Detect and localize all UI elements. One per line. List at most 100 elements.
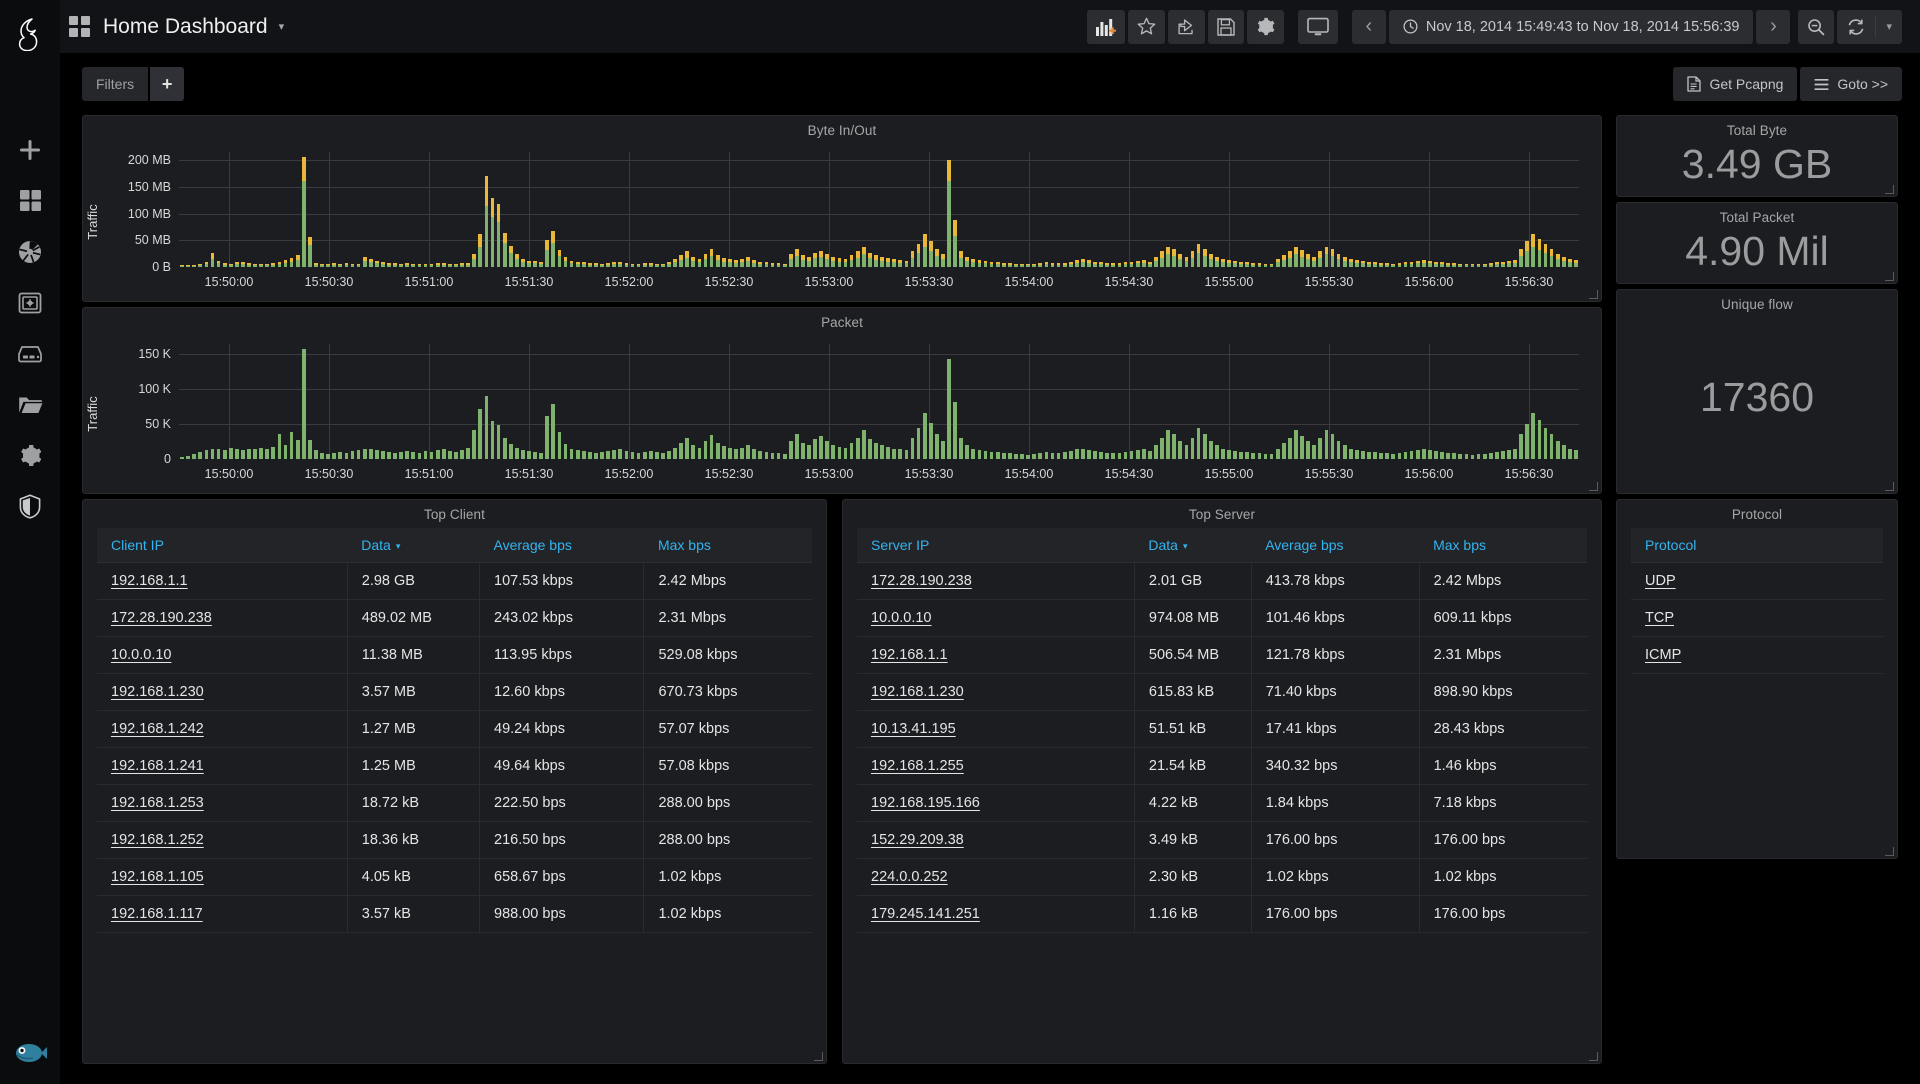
top-client-column-header[interactable]: Max bps [644,528,812,563]
top-client-column-header[interactable]: Client IP [97,528,347,563]
top-server-column-header[interactable]: Average bps [1251,528,1419,563]
top-server-ip-cell[interactable]: 179.245.141.251 [857,896,1134,933]
bar-segment-primary [1142,449,1146,459]
top-client-ip-cell[interactable]: 192.168.1.230 [97,674,347,711]
save-dashboard-button[interactable] [1208,10,1244,44]
tv-mode-button[interactable] [1298,10,1338,44]
top-server-ip-cell[interactable]: 10.0.0.10 [857,600,1134,637]
top-server-ip-cell[interactable]: 172.28.190.238 [857,563,1134,600]
top-client-ip-cell[interactable]: 192.168.1.252 [97,822,347,859]
get-pcapng-button[interactable]: Get Pcapng [1673,67,1797,101]
top-client-ip-cell[interactable]: 192.168.1.105 [97,859,347,896]
protocol-link[interactable]: ICMP [1645,647,1681,663]
panel-resize-handle-protocol[interactable] [1885,847,1894,856]
share-dashboard-button[interactable] [1168,10,1205,44]
top-server-column-header[interactable]: Server IP [857,528,1134,563]
protocol-link[interactable]: UDP [1645,573,1676,589]
panel-resize-handle-packet[interactable] [1589,482,1598,491]
sidebar-item-aperture[interactable] [0,226,60,277]
bar-segment-primary [813,439,817,459]
sidebar-item-add[interactable] [0,124,60,175]
refresh-interval-dropdown[interactable]: ▾ [1876,10,1902,44]
bar-segment-primary [326,265,330,267]
goto-button[interactable]: Goto >> [1800,67,1902,101]
top-server-ip-link[interactable]: 179.245.141.251 [871,906,980,922]
top-server-ip-cell[interactable]: 224.0.0.252 [857,859,1134,896]
packet-plot-area[interactable] [179,344,1579,459]
top-client-ip-cell[interactable]: 192.168.1.253 [97,785,347,822]
top-client-ip-link[interactable]: 192.168.1.230 [111,684,204,700]
filters-label[interactable]: Filters [82,67,148,101]
sidebar-item-security[interactable] [0,481,60,532]
top-server-ip-link[interactable]: 10.0.0.10 [871,610,931,626]
top-server-ip-cell[interactable]: 192.168.195.166 [857,785,1134,822]
protocol-link[interactable]: TCP [1645,610,1674,626]
table-row: 10.13.41.19551.51 kB17.41 kbps28.43 kbps [857,711,1587,748]
packet-graph[interactable]: Traffic 050 K100 K150 K 15:50:0015:50:30… [83,334,1601,493]
top-server-ip-link[interactable]: 192.168.195.166 [871,795,980,811]
top-server-ip-cell[interactable]: 10.13.41.195 [857,711,1134,748]
top-client-ip-link[interactable]: 192.168.1.1 [111,573,188,589]
sidebar-item-settings[interactable] [0,430,60,481]
top-client-ip-link[interactable]: 192.168.1.253 [111,795,204,811]
panel-resize-handle[interactable] [1589,290,1598,299]
time-next-button[interactable]: › [1756,10,1790,44]
dashboard-title-menu[interactable]: Home Dashboard ▾ [69,15,284,39]
bar-segment-primary [722,262,726,267]
top-client-ip-link[interactable]: 192.168.1.241 [111,758,204,774]
top-server-ip-link[interactable]: 10.13.41.195 [871,721,956,737]
panel-resize-handle-top-client[interactable] [814,1052,823,1061]
time-range-picker[interactable]: Nov 18, 2014 15:49:43 to Nov 18, 2014 15… [1389,10,1754,44]
top-client-ip-link[interactable]: 172.28.190.238 [111,610,212,626]
add-filter-button[interactable]: + [150,67,184,101]
bar-segment-primary [533,263,537,267]
add-panel-button[interactable] [1087,10,1125,44]
top-server-ip-cell[interactable]: 192.168.1.230 [857,674,1134,711]
top-client-ip-cell[interactable]: 10.0.0.10 [97,637,347,674]
top-client-ip-link[interactable]: 192.168.1.117 [111,906,203,922]
grafana-logo-icon[interactable] [9,12,51,56]
top-server-ip-link[interactable]: 172.28.190.238 [871,573,972,589]
top-server-ip-cell[interactable]: 152.29.209.38 [857,822,1134,859]
top-client-ip-cell[interactable]: 192.168.1.1 [97,563,347,600]
sidebar-item-dashboards[interactable] [0,175,60,226]
top-server-ip-link[interactable]: 152.29.209.38 [871,832,964,848]
panel-resize-handle-top-server[interactable] [1589,1052,1598,1061]
dashboard-settings-button[interactable] [1247,10,1284,44]
time-prev-button[interactable]: ‹ [1352,10,1386,44]
top-client-column-header[interactable]: Data▾ [347,528,479,563]
top-client-ip-cell[interactable]: 172.28.190.238 [97,600,347,637]
top-server-ip-link[interactable]: 192.168.1.230 [871,684,964,700]
top-client-ip-link[interactable]: 192.168.1.105 [111,869,204,885]
sidebar-item-folder[interactable] [0,379,60,430]
top-client-ip-cell[interactable]: 192.168.1.241 [97,748,347,785]
sidebar-item-vault[interactable] [0,277,60,328]
top-server-ip-cell[interactable]: 192.168.1.1 [857,637,1134,674]
top-server-column-header[interactable]: Max bps [1419,528,1587,563]
top-client-ip-cell[interactable]: 192.168.1.242 [97,711,347,748]
refresh-button[interactable] [1837,10,1875,44]
bar-segment-primary [551,404,555,459]
top-client-ip-cell[interactable]: 192.168.1.117 [97,896,347,933]
top-client-column-header[interactable]: Average bps [480,528,644,563]
panel-resize-handle-unique-flow[interactable] [1885,482,1894,491]
top-client-ip-link[interactable]: 192.168.1.242 [111,721,204,737]
chart-bar [1544,244,1548,267]
top-server-ip-cell[interactable]: 192.168.1.255 [857,748,1134,785]
top-client-ip-link[interactable]: 10.0.0.10 [111,647,171,663]
top-client-ip-link[interactable]: 192.168.1.252 [111,832,204,848]
fish-logo-icon[interactable] [13,1038,47,1072]
zoom-out-button[interactable] [1798,10,1834,44]
panel-resize-handle-total-byte[interactable] [1885,185,1894,194]
protocol-column-header[interactable]: Protocol [1631,528,1883,563]
top-server-column-header[interactable]: Data▾ [1134,528,1251,563]
byte-plot-area[interactable] [179,152,1579,267]
top-server-ip-link[interactable]: 192.168.1.255 [871,758,964,774]
bar-segment-secondary [1276,259,1280,262]
sidebar-item-server[interactable] [0,328,60,379]
byte-in-out-graph[interactable]: Traffic 0 B50 MB100 MB150 MB200 MB 15:50… [83,142,1601,301]
top-server-ip-link[interactable]: 224.0.0.252 [871,869,948,885]
star-dashboard-button[interactable] [1128,10,1165,44]
top-server-ip-link[interactable]: 192.168.1.1 [871,647,948,663]
panel-resize-handle-total-packet[interactable] [1885,272,1894,281]
